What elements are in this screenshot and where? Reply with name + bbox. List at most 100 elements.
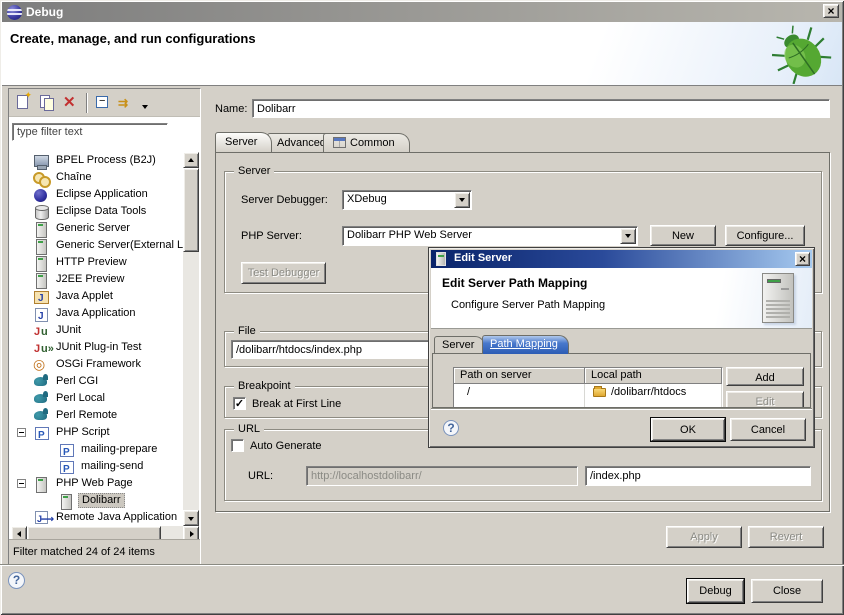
column-header-path-on-server[interactable]: Path on server bbox=[454, 368, 585, 384]
filter-icon[interactable]: ⇉ bbox=[117, 93, 137, 113]
auto-generate-checkbox[interactable] bbox=[231, 439, 244, 452]
new-config-icon[interactable] bbox=[14, 93, 34, 113]
tree-item-dolibarr[interactable]: Dolibarr bbox=[11, 492, 183, 509]
tree-item-label: Eclipse Data Tools bbox=[53, 203, 149, 220]
tree-item-mailing-prepare[interactable]: mailing-prepare bbox=[11, 441, 183, 458]
help-icon[interactable]: ? bbox=[8, 572, 25, 589]
tree-item-label: J2EE Preview bbox=[53, 271, 127, 288]
database-icon bbox=[33, 204, 49, 220]
tree-item-java-applet[interactable]: Java Applet bbox=[11, 288, 183, 305]
tree-item-label: mailing-send bbox=[78, 458, 146, 475]
tree-item-generic-server[interactable]: Generic Server bbox=[11, 220, 183, 237]
php-server-combobox[interactable]: Dolibarr PHP Web Server bbox=[342, 226, 638, 246]
eclipse-logo-icon bbox=[7, 5, 22, 20]
edit-mapping-button: Edit bbox=[726, 391, 804, 408]
path-mapping-table[interactable]: Path on serverLocal path//dolibarr/htdoc… bbox=[453, 367, 723, 408]
page-title: Create, manage, and run configurations bbox=[10, 31, 256, 46]
tree-item-junit[interactable]: JUnit bbox=[11, 322, 183, 339]
server-debugger-label: Server Debugger: bbox=[241, 194, 328, 206]
delete-config-icon[interactable]: ✕ bbox=[62, 93, 82, 113]
breakpoint-group-legend: Breakpoint bbox=[234, 380, 295, 393]
junit-icon bbox=[33, 323, 49, 339]
window-titlebar[interactable]: Debug × bbox=[2, 2, 842, 22]
tree-item-mailing-send[interactable]: mailing-send bbox=[11, 458, 183, 475]
tree-item-cha-ne[interactable]: Chaîne bbox=[11, 169, 183, 186]
mapping-row[interactable]: //dolibarr/htdocs bbox=[454, 384, 722, 400]
close-button[interactable]: Close bbox=[751, 579, 823, 603]
window-title: Debug bbox=[26, 5, 63, 19]
name-input[interactable] bbox=[252, 99, 830, 118]
tree-item-label: BPEL Process (B2J) bbox=[53, 152, 159, 169]
scroll-down-icon[interactable] bbox=[183, 510, 199, 526]
menu-dropdown-icon[interactable] bbox=[139, 93, 151, 113]
dialog-titlebar[interactable]: Edit Server × bbox=[431, 250, 812, 268]
tree-item-eclipse-data-tools[interactable]: Eclipse Data Tools bbox=[11, 203, 183, 220]
scroll-up-icon[interactable] bbox=[183, 152, 199, 168]
break-first-line-checkbox[interactable]: ✓ bbox=[233, 397, 246, 410]
url-label: URL: bbox=[248, 470, 273, 482]
edit-server-dialog: Edit Server × Edit Server Path Mapping C… bbox=[428, 247, 815, 448]
perl-icon bbox=[33, 391, 49, 407]
vertical-scroll-thumb[interactable] bbox=[183, 168, 199, 252]
dialog-help-icon[interactable]: ? bbox=[443, 420, 459, 436]
php-icon bbox=[58, 459, 74, 475]
name-label: Name: bbox=[215, 103, 247, 115]
dialog-title: Edit Server bbox=[454, 252, 512, 264]
local-path-cell: /dolibarr/htdocs bbox=[585, 384, 722, 400]
tree-item-bpel-process-b2j[interactable]: BPEL Process (B2J) bbox=[11, 152, 183, 169]
test-debugger-button: Test Debugger bbox=[241, 262, 326, 284]
cancel-button[interactable]: Cancel bbox=[730, 418, 806, 441]
tree-item-label: HTTP Preview bbox=[53, 254, 130, 271]
tab-common[interactable]: Common bbox=[323, 133, 410, 152]
ok-button[interactable]: OK bbox=[651, 418, 725, 441]
tree-item-label: Generic Server(External La bbox=[53, 237, 183, 254]
bpel-process-icon bbox=[33, 153, 49, 169]
collapse-minus-icon[interactable] bbox=[17, 479, 26, 488]
chevron-down-icon[interactable] bbox=[620, 228, 636, 244]
server-icon bbox=[436, 252, 446, 266]
collapse-minus-icon[interactable] bbox=[17, 428, 26, 437]
tree-item-label: Dolibarr bbox=[78, 493, 125, 508]
collapse-all-icon[interactable] bbox=[93, 93, 113, 113]
tree-item-perl-local[interactable]: Perl Local bbox=[11, 390, 183, 407]
tree-item-eclipse-application[interactable]: Eclipse Application bbox=[11, 186, 183, 203]
tree-item-java-application[interactable]: Java Application bbox=[11, 305, 183, 322]
folder-icon bbox=[593, 388, 606, 397]
column-header-local-path[interactable]: Local path bbox=[585, 368, 722, 384]
chevron-down-icon[interactable] bbox=[454, 192, 470, 208]
eclipse-app-icon bbox=[33, 187, 49, 203]
tree-item-remote-java-application[interactable]: Remote Java Application bbox=[11, 509, 183, 526]
new-server-button[interactable]: New bbox=[650, 225, 716, 246]
tree-item-label: Perl CGI bbox=[53, 373, 101, 390]
tree-item-label: Remote Java Application bbox=[53, 509, 180, 526]
vertical-scrollbar[interactable] bbox=[183, 152, 199, 526]
add-mapping-button[interactable]: Add bbox=[726, 367, 804, 386]
osgi-icon bbox=[33, 357, 49, 373]
tree-item-generic-server-external-la[interactable]: Generic Server(External La bbox=[11, 237, 183, 254]
tree-item-http-preview[interactable]: HTTP Preview bbox=[11, 254, 183, 271]
php-server-label: PHP Server: bbox=[241, 230, 302, 242]
window-close-button[interactable]: × bbox=[823, 4, 839, 18]
url-path-input[interactable] bbox=[585, 466, 811, 486]
server-debugger-combobox[interactable]: XDebug bbox=[342, 190, 472, 210]
duplicate-config-icon[interactable] bbox=[38, 93, 58, 113]
tree-item-php-script[interactable]: PHP Script bbox=[11, 424, 183, 441]
dialog-button-bar: ? OK Cancel bbox=[431, 408, 812, 445]
dialog-close-button[interactable]: × bbox=[795, 252, 810, 266]
tree-item-perl-remote[interactable]: Perl Remote bbox=[11, 407, 183, 424]
tree-item-php-web-page[interactable]: PHP Web Page bbox=[11, 475, 183, 492]
remote-java-icon bbox=[33, 510, 49, 526]
java-applet-icon bbox=[33, 289, 49, 305]
dialog-tab-server[interactable]: Server bbox=[434, 336, 485, 354]
tree-item-junit-plug-in-test[interactable]: JUnit Plug-in Test bbox=[11, 339, 183, 356]
filter-input[interactable] bbox=[12, 123, 168, 141]
footer-separator bbox=[0, 564, 844, 566]
dialog-tab-path-mapping[interactable]: Path Mapping bbox=[482, 335, 569, 354]
tree-item-j2ee-preview[interactable]: J2EE Preview bbox=[11, 271, 183, 288]
tree-item-perl-cgi[interactable]: Perl CGI bbox=[11, 373, 183, 390]
server-icon bbox=[58, 493, 74, 509]
configure-server-button[interactable]: Configure... bbox=[725, 225, 805, 246]
tree-item-osgi-framework[interactable]: OSGi Framework bbox=[11, 356, 183, 373]
tab-server[interactable]: Server bbox=[215, 132, 272, 152]
debug-button[interactable]: Debug bbox=[687, 579, 744, 603]
